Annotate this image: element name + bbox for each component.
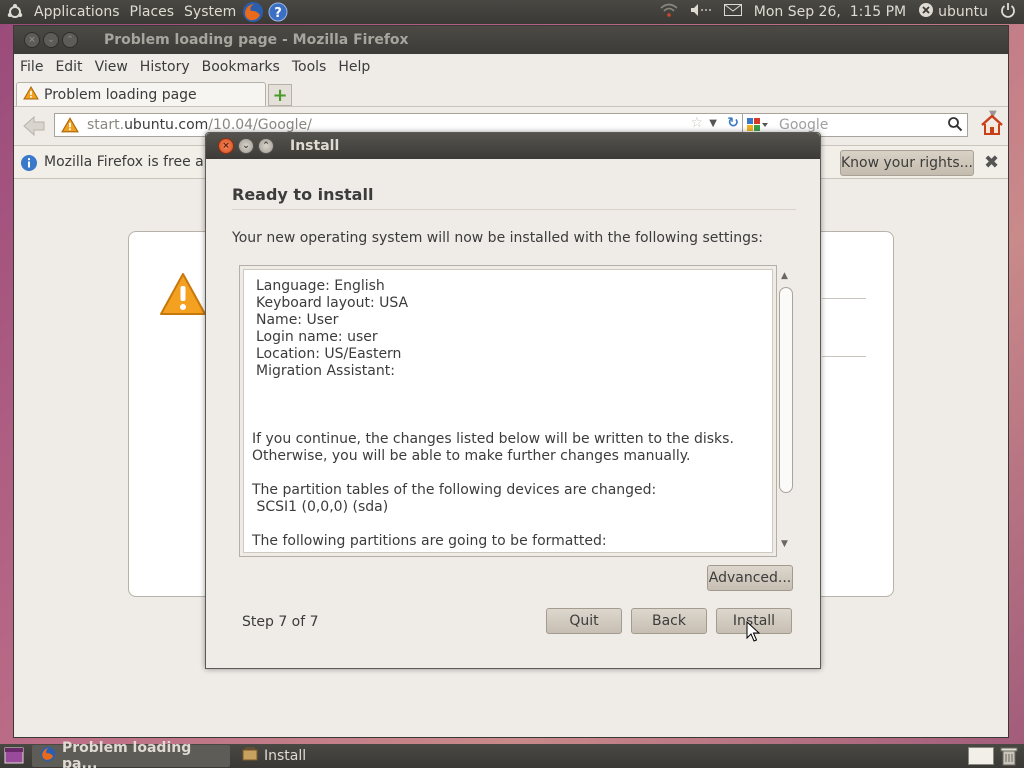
mouse-cursor-icon	[746, 620, 761, 647]
mail-icon[interactable]	[723, 4, 742, 20]
quit-button[interactable]: Quit	[546, 608, 622, 634]
menu-edit[interactable]: Edit	[55, 59, 82, 75]
format-heading: The following partitions are going to be…	[252, 533, 607, 549]
error-warning-icon	[159, 272, 207, 320]
show-desktop-icon[interactable]	[4, 747, 24, 768]
dialog-minimize-icon[interactable]: ⌄	[238, 138, 254, 154]
ff-maximize-icon[interactable]: ⌃	[62, 32, 78, 48]
power-icon[interactable]	[1000, 2, 1016, 22]
partition-info: The partition tables of the following de…	[252, 482, 656, 516]
user-menu[interactable]: ubuntu	[938, 4, 988, 20]
dialog-close-icon[interactable]: ×	[218, 138, 234, 154]
summary-line: Location: US/Eastern	[256, 346, 402, 362]
menu-help[interactable]: Help	[338, 59, 370, 75]
menu-history[interactable]: History	[140, 59, 190, 75]
workspace-switcher[interactable]	[968, 747, 994, 765]
user-status-icon[interactable]	[918, 2, 934, 22]
firefox-menubar: File Edit View History Bookmarks Tools H…	[14, 54, 1008, 80]
applications-menu[interactable]: Applications	[34, 4, 120, 20]
install-dialog: × ⌄ ⌃ Install Ready to install Your new …	[205, 132, 821, 669]
dialog-maximize-icon[interactable]: ⌃	[258, 138, 274, 154]
advanced-button[interactable]: Advanced...	[707, 565, 793, 591]
search-icon[interactable]	[947, 116, 963, 136]
info-icon	[20, 154, 38, 176]
url-path: /10.04/Google/	[208, 117, 312, 133]
bookmark-star-icon[interactable]: ☆	[690, 115, 703, 131]
ff-close-icon[interactable]: ×	[24, 32, 40, 48]
firefox-titlebar[interactable]: × ⌄ ⌃ Problem loading page - Mozilla Fir…	[14, 26, 1008, 54]
summary-line: Migration Assistant:	[256, 363, 395, 379]
settings-summary: Language: English Keyboard layout: USA N…	[256, 278, 408, 380]
scrollbar-thumb[interactable]	[779, 287, 793, 493]
format-info: The following partitions are going to be…	[252, 533, 607, 550]
back-button[interactable]: Back	[631, 608, 707, 634]
menu-tools[interactable]: Tools	[292, 59, 327, 75]
taskbar-item-label: Install	[264, 748, 307, 764]
trash-icon[interactable]	[1000, 746, 1018, 768]
install-titlebar[interactable]: × ⌄ ⌃ Install	[206, 133, 820, 159]
warning-icon	[23, 85, 39, 104]
bottom-panel: Problem loading pa... Install	[0, 740, 1024, 768]
back-arrow-icon[interactable]	[22, 115, 46, 141]
volume-icon[interactable]	[690, 3, 712, 21]
tab-label: Problem loading page	[44, 86, 197, 103]
taskbar-item-firefox[interactable]: Problem loading pa...	[32, 740, 230, 768]
firefox-launcher-icon[interactable]	[242, 1, 264, 23]
error-divider	[822, 298, 866, 299]
partition-heading: The partition tables of the following de…	[252, 482, 657, 498]
summary-scrollbar[interactable]: ▲ ▼	[778, 271, 794, 549]
know-your-rights-button[interactable]: Know your rights...	[840, 150, 974, 176]
clock[interactable]: Mon Sep 26, 1:15 PM	[754, 4, 906, 20]
system-menu[interactable]: System	[184, 4, 236, 20]
firefox-tabbar: Problem loading page + ▼	[14, 80, 1008, 120]
taskbar-item-install[interactable]: Install	[234, 745, 434, 767]
summary-line: Keyboard layout: USA	[256, 295, 409, 311]
scroll-down-icon[interactable]: ▼	[781, 539, 788, 549]
summary-line: Language: English	[256, 278, 385, 294]
summary-line: Name: User	[256, 312, 339, 328]
notification-text: Mozilla Firefox is free an	[44, 154, 213, 170]
home-icon[interactable]	[980, 113, 1004, 141]
ubuntu-logo-icon[interactable]	[6, 3, 24, 21]
scroll-up-icon[interactable]: ▲	[781, 271, 788, 281]
continue-line: Otherwise, you will be able to make furt…	[252, 448, 691, 464]
network-icon[interactable]	[660, 2, 678, 22]
reload-icon[interactable]: ↻	[727, 115, 739, 131]
install-summary-textview[interactable]: Language: English Keyboard layout: USA N…	[239, 265, 777, 557]
heading-separator	[232, 209, 796, 210]
firefox-task-icon	[40, 746, 56, 766]
top-panel: Applications Places System ? Mon Sep 26,…	[0, 0, 1024, 24]
help-icon[interactable]: ?	[268, 2, 288, 22]
new-tab-button[interactable]: +	[268, 84, 292, 106]
error-divider	[822, 356, 866, 357]
menu-bookmarks[interactable]: Bookmarks	[202, 59, 280, 75]
url-prefix: start.	[87, 117, 125, 133]
url-warning-icon	[61, 117, 79, 137]
firefox-window-title: Problem loading page - Mozilla Firefox	[104, 32, 409, 48]
summary-line: Login name: user	[256, 329, 378, 345]
ff-minimize-icon[interactable]: ⌄	[43, 32, 59, 48]
search-input: Google	[779, 117, 829, 133]
notification-close-icon[interactable]: ✖	[984, 152, 999, 173]
intro-text: Your new operating system will now be in…	[232, 230, 764, 246]
installer-task-icon	[242, 746, 258, 766]
page-heading: Ready to install	[232, 185, 374, 204]
tab-problem-loading[interactable]: Problem loading page	[16, 82, 266, 106]
places-menu[interactable]: Places	[130, 4, 175, 20]
svg-text:?: ?	[274, 6, 282, 21]
install-dialog-title: Install	[290, 138, 340, 154]
menu-view[interactable]: View	[95, 59, 128, 75]
menu-file[interactable]: File	[20, 59, 43, 75]
partition-device: SCSI1 (0,0,0) (sda)	[252, 499, 389, 515]
history-dropdown-icon[interactable]: ▼	[709, 118, 717, 129]
url-host: ubuntu.com	[124, 117, 209, 133]
taskbar-item-label: Problem loading pa...	[62, 740, 192, 768]
step-indicator: Step 7 of 7	[242, 614, 319, 630]
continue-line: If you continue, the changes listed belo…	[252, 431, 734, 447]
continue-notice: If you continue, the changes listed belo…	[252, 431, 734, 465]
